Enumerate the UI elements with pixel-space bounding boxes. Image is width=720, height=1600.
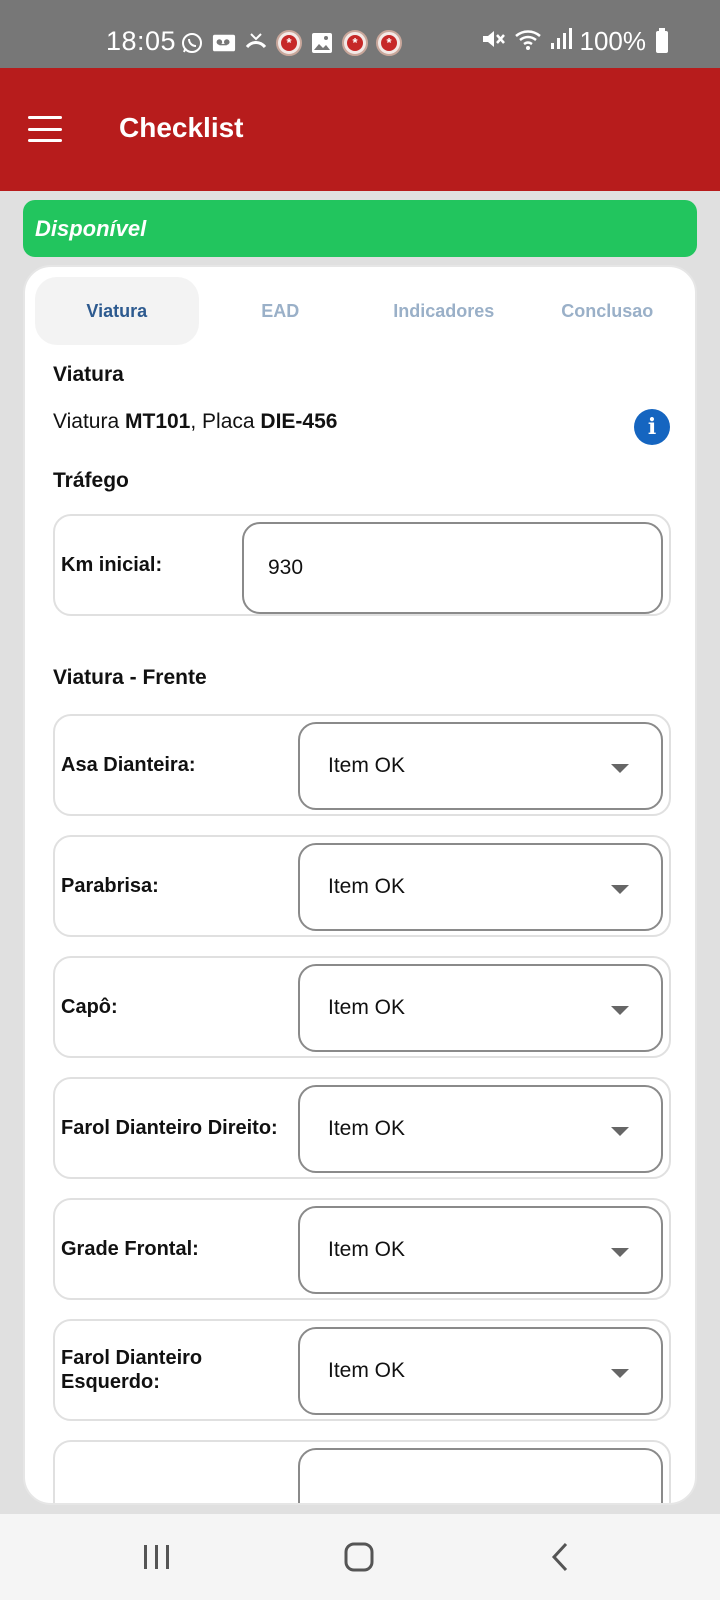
checklist-item-label: Farol Dianteiro Esquerdo: xyxy=(61,1347,203,1393)
dropdown-arrow-icon xyxy=(611,1248,629,1257)
wifi-icon xyxy=(514,27,542,56)
mute-icon xyxy=(480,27,506,56)
menu-icon[interactable] xyxy=(28,116,62,142)
dropdown-arrow-icon xyxy=(611,1369,629,1378)
checklist-row-partial xyxy=(53,1440,671,1503)
farol-dianteiro-esquerdo-select[interactable]: Item OK xyxy=(298,1327,663,1415)
select-value: Item OK xyxy=(328,1117,406,1140)
dropdown-arrow-icon xyxy=(611,885,629,894)
home-button[interactable] xyxy=(309,1514,409,1600)
select-value: Item OK xyxy=(328,754,406,777)
checklist-item-label: Asa Dianteira: xyxy=(61,754,196,776)
vehicle-code: MT101 xyxy=(125,410,191,433)
plate-prefix: , Placa xyxy=(190,410,261,433)
navigation-bar xyxy=(0,1514,720,1600)
missed-call-icon xyxy=(244,31,268,55)
app-title: Checklist xyxy=(119,112,244,143)
checklist-card: Viatura EAD Indicadores Conclusao Viatur… xyxy=(23,265,697,1505)
farol-dianteiro-direito-select[interactable]: Item OK xyxy=(298,1085,663,1173)
dropdown-arrow-icon xyxy=(611,1006,629,1015)
dropdown-arrow-icon xyxy=(611,1127,629,1136)
whatsapp-icon xyxy=(180,31,204,55)
vehicle-plate: DIE-456 xyxy=(260,410,338,433)
next-item-select[interactable] xyxy=(298,1448,663,1503)
battery-percentage: 100% xyxy=(579,26,647,56)
tab-bar: Viatura EAD Indicadores Conclusao xyxy=(35,277,689,345)
gallery-icon xyxy=(310,31,334,55)
checklist-row: Asa Dianteira: Item OK xyxy=(53,714,671,816)
status-banner: Disponível xyxy=(23,200,697,257)
checklist-item-label: Grade Frontal: xyxy=(61,1238,199,1260)
recent-apps-icon xyxy=(144,1545,169,1569)
status-time: 18:05 xyxy=(106,26,177,56)
select-value: Item OK xyxy=(328,875,406,898)
parabrisa-select[interactable]: Item OK xyxy=(298,843,663,931)
asa-dianteira-select[interactable]: Item OK xyxy=(298,722,663,810)
checklist-item-label: Parabrisa: xyxy=(61,875,159,897)
medical-app-icon: * xyxy=(276,30,302,56)
km-inicial-input[interactable]: 930 xyxy=(242,522,663,614)
vehicle-prefix: Viatura xyxy=(53,410,125,433)
km-inicial-row: Km inicial: 930 xyxy=(53,514,671,616)
checklist-row: Capô: Item OK xyxy=(53,956,671,1058)
notification-icons: * * * xyxy=(180,30,402,56)
voicemail-icon xyxy=(212,31,236,55)
tab-conclusao[interactable]: Conclusao xyxy=(526,277,690,345)
vehicle-description: Viatura MT101, Placa DIE-456 xyxy=(53,410,337,434)
section-title-frente: Viatura - Frente xyxy=(53,666,207,689)
back-icon xyxy=(551,1542,568,1572)
capo-select[interactable]: Item OK xyxy=(298,964,663,1052)
checklist-row: Farol Dianteiro Esquerdo: Item OK xyxy=(53,1319,671,1421)
checklist-item-label: Farol Dianteiro Direito: xyxy=(61,1117,278,1139)
medical-app-icon: * xyxy=(342,30,368,56)
section-title-trafego: Tráfego xyxy=(53,469,129,492)
dropdown-arrow-icon xyxy=(611,764,629,773)
select-value: Item OK xyxy=(328,1238,406,1261)
signal-icon xyxy=(550,27,572,56)
checklist-row: Farol Dianteiro Direito: Item OK xyxy=(53,1077,671,1179)
select-value: Item OK xyxy=(328,1359,406,1382)
checklist-row: Grade Frontal: Item OK xyxy=(53,1198,671,1300)
status-bar: 18:05 * * * 100% xyxy=(0,0,720,68)
checklist-row: Parabrisa: Item OK xyxy=(53,835,671,937)
back-button[interactable] xyxy=(510,1514,610,1600)
recent-apps-button[interactable] xyxy=(107,1514,207,1600)
select-value: Item OK xyxy=(328,996,406,1019)
checklist-item-label: Capô: xyxy=(61,996,118,1018)
tab-viatura[interactable]: Viatura xyxy=(35,277,199,345)
app-bar: Checklist xyxy=(0,68,720,191)
system-status: 100% xyxy=(480,26,668,57)
section-title-viatura: Viatura xyxy=(53,363,124,386)
grade-frontal-select[interactable]: Item OK xyxy=(298,1206,663,1294)
tab-ead[interactable]: EAD xyxy=(199,277,363,345)
medical-app-icon: * xyxy=(376,30,402,56)
battery-icon xyxy=(656,27,668,53)
home-icon xyxy=(344,1542,374,1572)
info-icon[interactable]: i xyxy=(634,409,670,445)
status-banner-text: Disponível xyxy=(35,216,147,241)
tab-indicadores[interactable]: Indicadores xyxy=(362,277,526,345)
